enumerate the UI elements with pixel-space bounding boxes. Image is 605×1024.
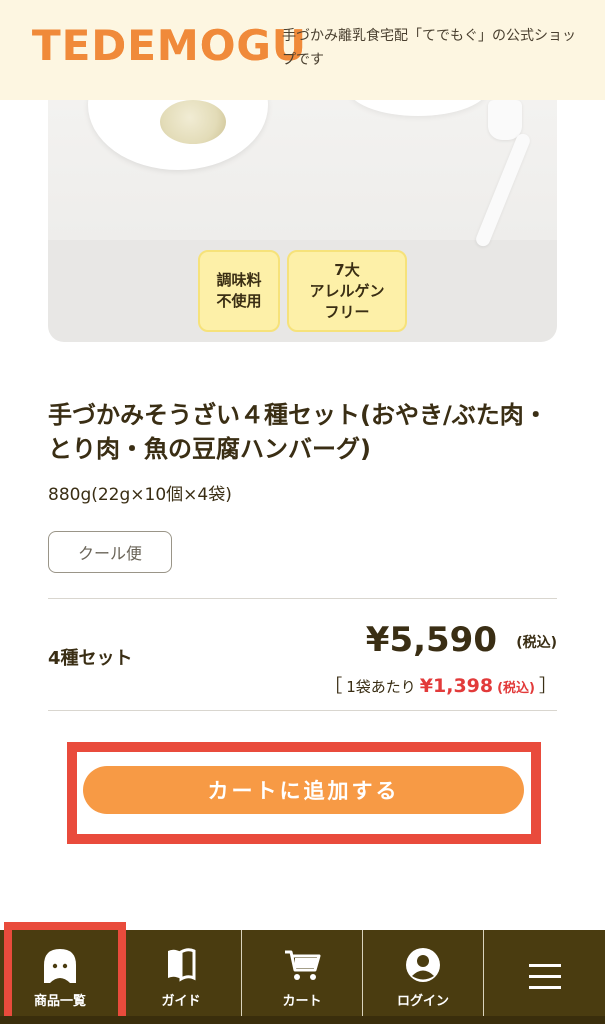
nav-item-cart[interactable]: カート — [242, 930, 363, 1024]
nav-item-products[interactable]: 商品一覧 — [0, 930, 121, 1024]
bracket-open: ［ — [324, 676, 343, 697]
product-image-card: 調味料 不使用 7大 アレルゲン フリー — [48, 100, 557, 342]
no-seasoning-badge: 調味料 不使用 — [198, 250, 280, 332]
site-tagline: 手づかみ離乳食宅配「てでもぐ」の公式ショップです — [282, 28, 576, 68]
cool-delivery-tag: クール便 — [48, 531, 172, 573]
ghost-icon — [40, 946, 80, 984]
nav-label: ログイン — [396, 993, 449, 1009]
tedemogu-logo[interactable]: TEDEMOGU — [32, 22, 307, 70]
oyaki-image — [160, 100, 226, 144]
product-photo — [48, 100, 557, 249]
nav-item-menu[interactable] — [484, 930, 605, 1024]
product-title: 手づかみそうざい４種セット(おやき/ぶた肉・とり肉・魚の豆腐ハンバーグ) — [48, 401, 548, 463]
book-icon — [166, 946, 196, 984]
allergen-free-badge: 7大 アレルゲン フリー — [287, 250, 407, 332]
nav-item-guide[interactable]: ガイド — [121, 930, 242, 1024]
menu-icon — [528, 958, 562, 996]
product-page: TEDEMOGU 手づかみ離乳食宅配「てでもぐ」の公式ショップです 調味料 不使… — [0, 0, 605, 1024]
badge-label: 7大 アレルゲン フリー — [309, 260, 385, 321]
nav-item-login[interactable]: ログイン — [363, 930, 484, 1024]
bracket-close: ］ — [539, 676, 557, 697]
divider — [48, 598, 557, 599]
nav-label: ガイド — [161, 993, 201, 1009]
per-bag-tax-label: (税込) — [497, 681, 535, 696]
home-indicator — [0, 1016, 605, 1024]
product-weight: 880g(22g×10個×4袋) — [48, 485, 232, 505]
bottom-nav: 商品一覧 ガイド カート ログイン — [0, 930, 605, 1024]
per-bag-price: ［ 1袋あたり ¥1,398 (税込) ］ — [324, 672, 557, 698]
plate-image — [348, 100, 488, 116]
variant-name: 4種セット — [48, 648, 133, 669]
badge-label: 調味料 不使用 — [216, 271, 262, 310]
per-bag-price-value: ¥1,398 — [419, 675, 494, 697]
product-price: ¥5,590 — [365, 620, 497, 660]
divider — [48, 710, 557, 711]
nav-label: 商品一覧 — [33, 993, 86, 1009]
user-icon — [405, 946, 441, 984]
add-to-cart-button[interactable]: カートに追加する — [83, 766, 524, 814]
fork-image — [474, 131, 532, 249]
cart-icon — [283, 946, 321, 984]
nav-label: カート — [282, 993, 322, 1009]
site-header: TEDEMOGU 手づかみ離乳食宅配「てでもぐ」の公式ショップです — [0, 0, 605, 100]
tax-included-label: (税込) — [516, 635, 557, 651]
per-bag-label: 1袋あたり — [346, 678, 416, 696]
fork-image — [488, 100, 522, 140]
